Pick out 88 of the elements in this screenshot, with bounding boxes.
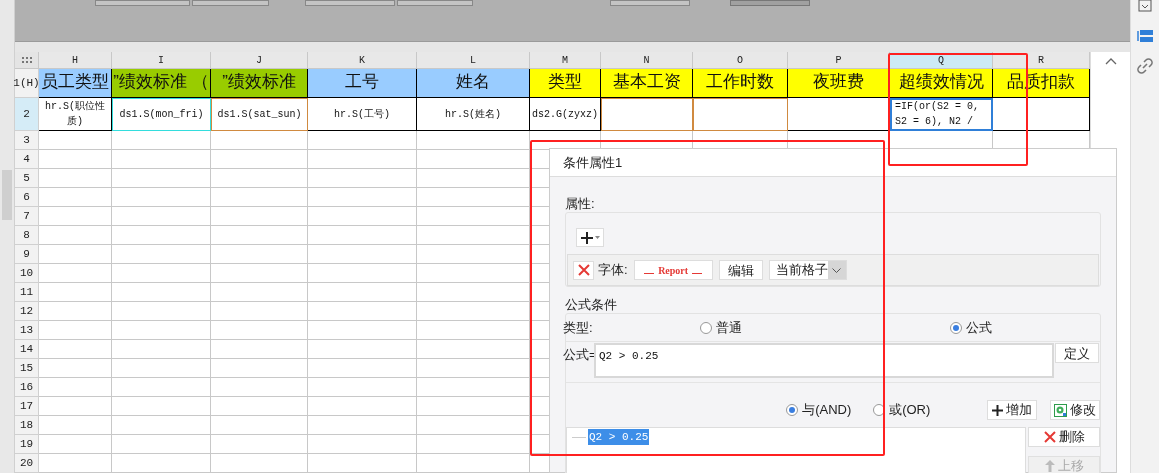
preview-text: Report: [658, 263, 689, 278]
radio-button[interactable]: [950, 322, 962, 334]
row-header[interactable]: 7: [15, 207, 39, 226]
radio-option[interactable]: 普通: [700, 318, 742, 338]
table-cell: 超绩效情况: [890, 69, 993, 98]
row-header[interactable]: 16: [15, 378, 39, 397]
row-header[interactable]: 8: [15, 226, 39, 245]
row-header[interactable]: 2: [15, 98, 39, 131]
radio-label: 与(AND): [802, 401, 852, 420]
radio-label: 公式: [966, 319, 992, 338]
table-cell: ”绩效标准: [211, 69, 308, 98]
layers-icon[interactable]: [1136, 28, 1154, 44]
table-cell: 基本工资: [601, 69, 693, 98]
cell-formula: hr.S(姓名): [445, 107, 501, 122]
row-header[interactable]: 14: [15, 340, 39, 359]
radio-label: 普通: [716, 319, 742, 338]
column-header[interactable]: O: [693, 52, 788, 69]
row-header[interactable]: 13: [15, 321, 39, 340]
delete-button[interactable]: 删除: [1028, 427, 1100, 447]
radio-option[interactable]: 与(AND): [786, 400, 852, 420]
radio-option[interactable]: 公式: [950, 318, 992, 338]
radio-button[interactable]: [786, 404, 799, 416]
add-property-button[interactable]: [576, 228, 604, 247]
table-cell: 姓名: [417, 69, 530, 98]
row-header[interactable]: 6: [15, 188, 39, 207]
scroll-up-icon[interactable]: [1104, 57, 1117, 65]
edit-button[interactable]: 编辑: [718, 260, 763, 280]
table-cell: 类型: [530, 69, 601, 98]
dropdown-caret-icon[interactable]: [827, 261, 846, 279]
cell-formula: ds1.S(sat_sun): [217, 108, 302, 122]
section-legend: 公式条件: [565, 297, 617, 313]
field-label: 类型:: [563, 319, 594, 338]
radio-button[interactable]: [700, 322, 712, 334]
column-header[interactable]: H: [39, 52, 112, 69]
caret-icon: [595, 236, 600, 239]
row-header[interactable]: 10: [15, 264, 39, 283]
column-header[interactable]: K: [308, 52, 417, 69]
table-cell: 工作时数: [693, 69, 788, 98]
modify-button[interactable]: 修改: [1050, 400, 1100, 420]
field-label: 字体:: [598, 261, 628, 280]
define-button[interactable]: 定义: [1055, 343, 1099, 363]
close-icon: [1043, 431, 1056, 443]
radio-label: 或(OR): [889, 401, 931, 420]
table-cell: ”绩效标准 （: [112, 69, 211, 98]
column-header[interactable]: J: [211, 52, 308, 69]
radio-option[interactable]: 或(OR): [873, 400, 931, 420]
row-header[interactable]: 20: [15, 454, 39, 473]
column-header[interactable]: R: [993, 52, 1090, 69]
section-legend: 属性:: [565, 196, 595, 212]
table-cell: 员工类型: [39, 69, 112, 98]
table-cell: 夜班费: [788, 69, 890, 98]
table-cell: 工号: [308, 69, 417, 98]
dialog-title: 条件属性1: [550, 149, 1116, 177]
row-header[interactable]: 9: [15, 245, 39, 264]
gear-icon: [1054, 403, 1068, 417]
cell-formula: ds2.G(zyxz): [532, 107, 598, 122]
up-arrow-icon: [1044, 460, 1055, 472]
row-header[interactable]: 1(H): [15, 69, 39, 98]
column-header[interactable]: P: [788, 52, 890, 69]
column-header[interactable]: N: [601, 52, 693, 69]
row-header[interactable]: 19: [15, 435, 39, 454]
remove-button[interactable]: [573, 260, 594, 280]
cell-formula: hr.S(工号): [334, 107, 390, 122]
panel-icon[interactable]: [1138, 0, 1152, 12]
plus-icon: [991, 404, 1003, 416]
formula-field[interactable]: Q2 > 0.25: [594, 343, 1054, 378]
plus-icon: [580, 230, 594, 245]
row-header[interactable]: 17: [15, 397, 39, 416]
column-header[interactable]: I: [112, 52, 211, 69]
row-header[interactable]: 4: [15, 150, 39, 169]
row-header[interactable]: 12: [15, 302, 39, 321]
scope-dropdown[interactable]: 当前格子: [768, 260, 847, 280]
row-header[interactable]: 15: [15, 359, 39, 378]
add-button[interactable]: 增加: [986, 400, 1037, 420]
cell-formula: =IF(or(S2 = 0, S2 = 6), N2 /: [895, 100, 980, 129]
cell-formula: ds1.S(mon_fri): [119, 108, 204, 122]
dropdown-value: 当前格子: [774, 261, 828, 280]
row-header[interactable]: 5: [15, 169, 39, 188]
grid-icon[interactable]: [21, 57, 32, 63]
cell-formula: hr.S(职位性质): [44, 100, 106, 129]
link-icon[interactable]: [1137, 58, 1153, 74]
row-header[interactable]: 11: [15, 283, 39, 302]
scroll-thumb[interactable]: [2, 170, 12, 220]
row-header[interactable]: 18: [15, 416, 39, 435]
column-header[interactable]: L: [417, 52, 530, 69]
column-header[interactable]: M: [530, 52, 601, 69]
row-header[interactable]: 3: [15, 131, 39, 150]
close-icon: [577, 264, 590, 276]
